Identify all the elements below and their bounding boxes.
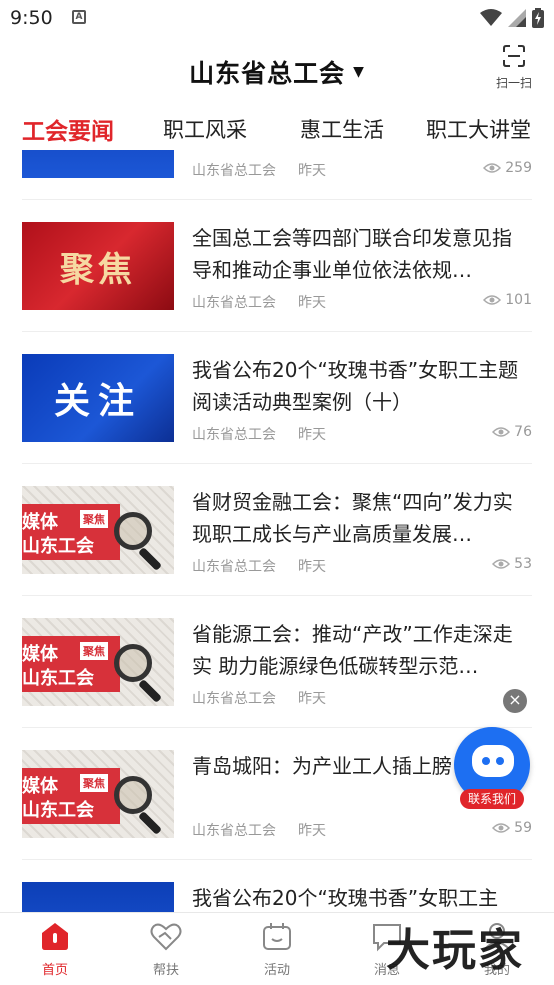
article-date: 昨天 [298,427,326,443]
article-title: 全国总工会等四部门联合印发意见指导和推动企事业单位依法依规… [192,226,512,282]
article-title: 省能源工会：推动“产改”工作走深走实 助力能源绿色低碳转型示范… [192,622,513,678]
category-tabs: 工会要闻 职工风采 惠工生活 职工大讲堂 [0,106,554,157]
tab-benefit-life[interactable]: 惠工生活 [300,114,384,144]
article-views: 76 [492,424,532,440]
magnifier-icon [114,644,152,682]
view-count: 259 [505,160,532,176]
view-count: 101 [505,292,532,308]
article-thumbnail [22,882,174,912]
article-title: 青岛城阳：为产业工人插上膀 [192,754,452,778]
article-source: 山东省总工会 [192,295,276,311]
eye-icon [483,295,502,305]
thumbnail-text: 山东工会 [22,668,94,689]
article-item[interactable]: 媒体 山东工会 聚焦 省能源工会：推动“产改”工作走深走实 助力能源绿色低碳转型… [22,596,532,728]
nav-home[interactable]: 首页 [10,919,100,978]
status-time: 9:50 [10,7,53,29]
thumbnail-text: 山东工会 [22,800,94,821]
magnifier-icon [114,776,152,814]
article-meta: 山东省总工会 昨天 [192,820,326,840]
scan-label: 扫一扫 [495,76,532,90]
tab-union-news[interactable]: 工会要闻 [22,112,114,146]
close-float-button[interactable]: × [503,689,527,713]
scan-icon [503,45,525,67]
scan-button[interactable]: 扫一扫 [492,44,536,91]
nav-activity[interactable]: 活动 [232,919,322,978]
nav-label: 首页 [41,963,68,978]
article-date: 昨天 [298,691,326,707]
view-count: 59 [514,820,532,836]
article-item[interactable]: 山东省总工会 昨天 259 [22,150,532,200]
article-date: 昨天 [298,163,326,179]
eye-icon [483,163,502,173]
contact-us-label: 联系我们 [460,789,524,809]
article-meta: 山东省总工会 昨天 [192,556,326,576]
notification-icon: A [72,10,86,24]
thumbnail-text: 媒体 [22,644,58,665]
battery-icon [532,8,544,28]
home-icon [42,923,68,950]
app-screen: 9:50 A 山东省总工会 ▼ 扫一扫 工会要闻 职工风采 惠工生活 职工大讲堂 [0,0,554,985]
article-thumbnail: 媒体 山东工会 聚焦 [22,750,174,838]
article-thumbnail: 媒体 山东工会 聚焦 [22,486,174,574]
org-selector[interactable]: 山东省总工会 ▼ [0,54,554,90]
watermark: 大玩家 [386,925,524,976]
magnifier-icon [114,512,152,550]
article-meta: 山东省总工会 昨天 [192,160,326,180]
page-title: 山东省总工会 [189,59,346,88]
eye-icon [492,823,511,833]
article-item[interactable]: 我省公布20个“玫瑰书香”女职工主 [22,860,532,912]
article-thumbnail: 关注 [22,354,174,442]
thumbnail-tag: 聚焦 [80,642,108,660]
eye-icon [492,559,511,569]
article-source: 山东省总工会 [192,559,276,575]
article-date: 昨天 [298,559,326,575]
thumbnail-text: 山东工会 [22,536,94,557]
article-item[interactable]: 关注 我省公布20个“玫瑰书香”女职工主题阅读活动典型案例（十） 山东省总工会 昨… [22,332,532,464]
article-views: 53 [492,556,532,572]
tab-worker-lecture[interactable]: 职工大讲堂 [426,114,531,144]
thumbnail-tag: 聚焦 [80,774,108,792]
heart-hand-icon [150,923,182,951]
contact-us-button[interactable]: 联系我们 [452,727,532,809]
article-meta: 山东省总工会 昨天 [192,688,326,708]
thumbnail-text: 关注 [53,381,142,422]
article-date: 昨天 [298,823,326,839]
view-count: 53 [514,556,532,572]
article-title: 我省公布20个“玫瑰书香”女职工主 [192,886,499,910]
article-source: 山东省总工会 [192,691,276,707]
nav-label: 帮扶 [152,963,179,978]
tab-worker-style[interactable]: 职工风采 [163,114,247,144]
article-item[interactable]: 聚焦 全国总工会等四部门联合印发意见指导和推动企事业单位依法依规… 山东省总工会… [22,200,532,332]
article-source: 山东省总工会 [192,823,276,839]
article-date: 昨天 [298,295,326,311]
caret-down-icon: ▼ [353,64,365,80]
app-header: 山东省总工会 ▼ 扫一扫 [0,38,554,102]
system-icons [480,8,544,28]
article-meta: 山东省总工会 昨天 [192,292,326,312]
article-source: 山东省总工会 [192,163,276,179]
article-thumbnail [22,150,174,178]
article-title: 我省公布20个“玫瑰书香”女职工主题阅读活动典型案例（十） [192,358,519,414]
article-views: 101 [483,292,532,308]
article-title: 省财贸金融工会：聚焦“四向”发力实现职工成长与产业高质量发展… [192,490,513,546]
nav-label: 活动 [263,963,290,978]
article-source: 山东省总工会 [192,427,276,443]
wifi-icon [480,9,502,26]
view-count: 76 [514,424,532,440]
signal-icon [508,9,526,27]
thumbnail-text: 媒体 [22,512,58,533]
status-bar: 9:50 A [0,0,554,38]
thumbnail-tag: 聚焦 [80,510,108,528]
eye-icon [492,427,511,437]
article-thumbnail: 聚焦 [22,222,174,310]
calendar-bag-icon [263,923,291,950]
article-views: 259 [483,160,532,176]
article-thumbnail: 媒体 山东工会 聚焦 [22,618,174,706]
article-views: 59 [492,820,532,836]
article-meta: 山东省总工会 昨天 [192,424,326,444]
nav-help[interactable]: 帮扶 [121,919,211,978]
thumbnail-text: 聚焦 [60,249,136,290]
thumbnail-text: 媒体 [22,776,58,797]
article-item[interactable]: 媒体 山东工会 聚焦 省财贸金融工会：聚焦“四向”发力实现职工成长与产业高质量发… [22,464,532,596]
